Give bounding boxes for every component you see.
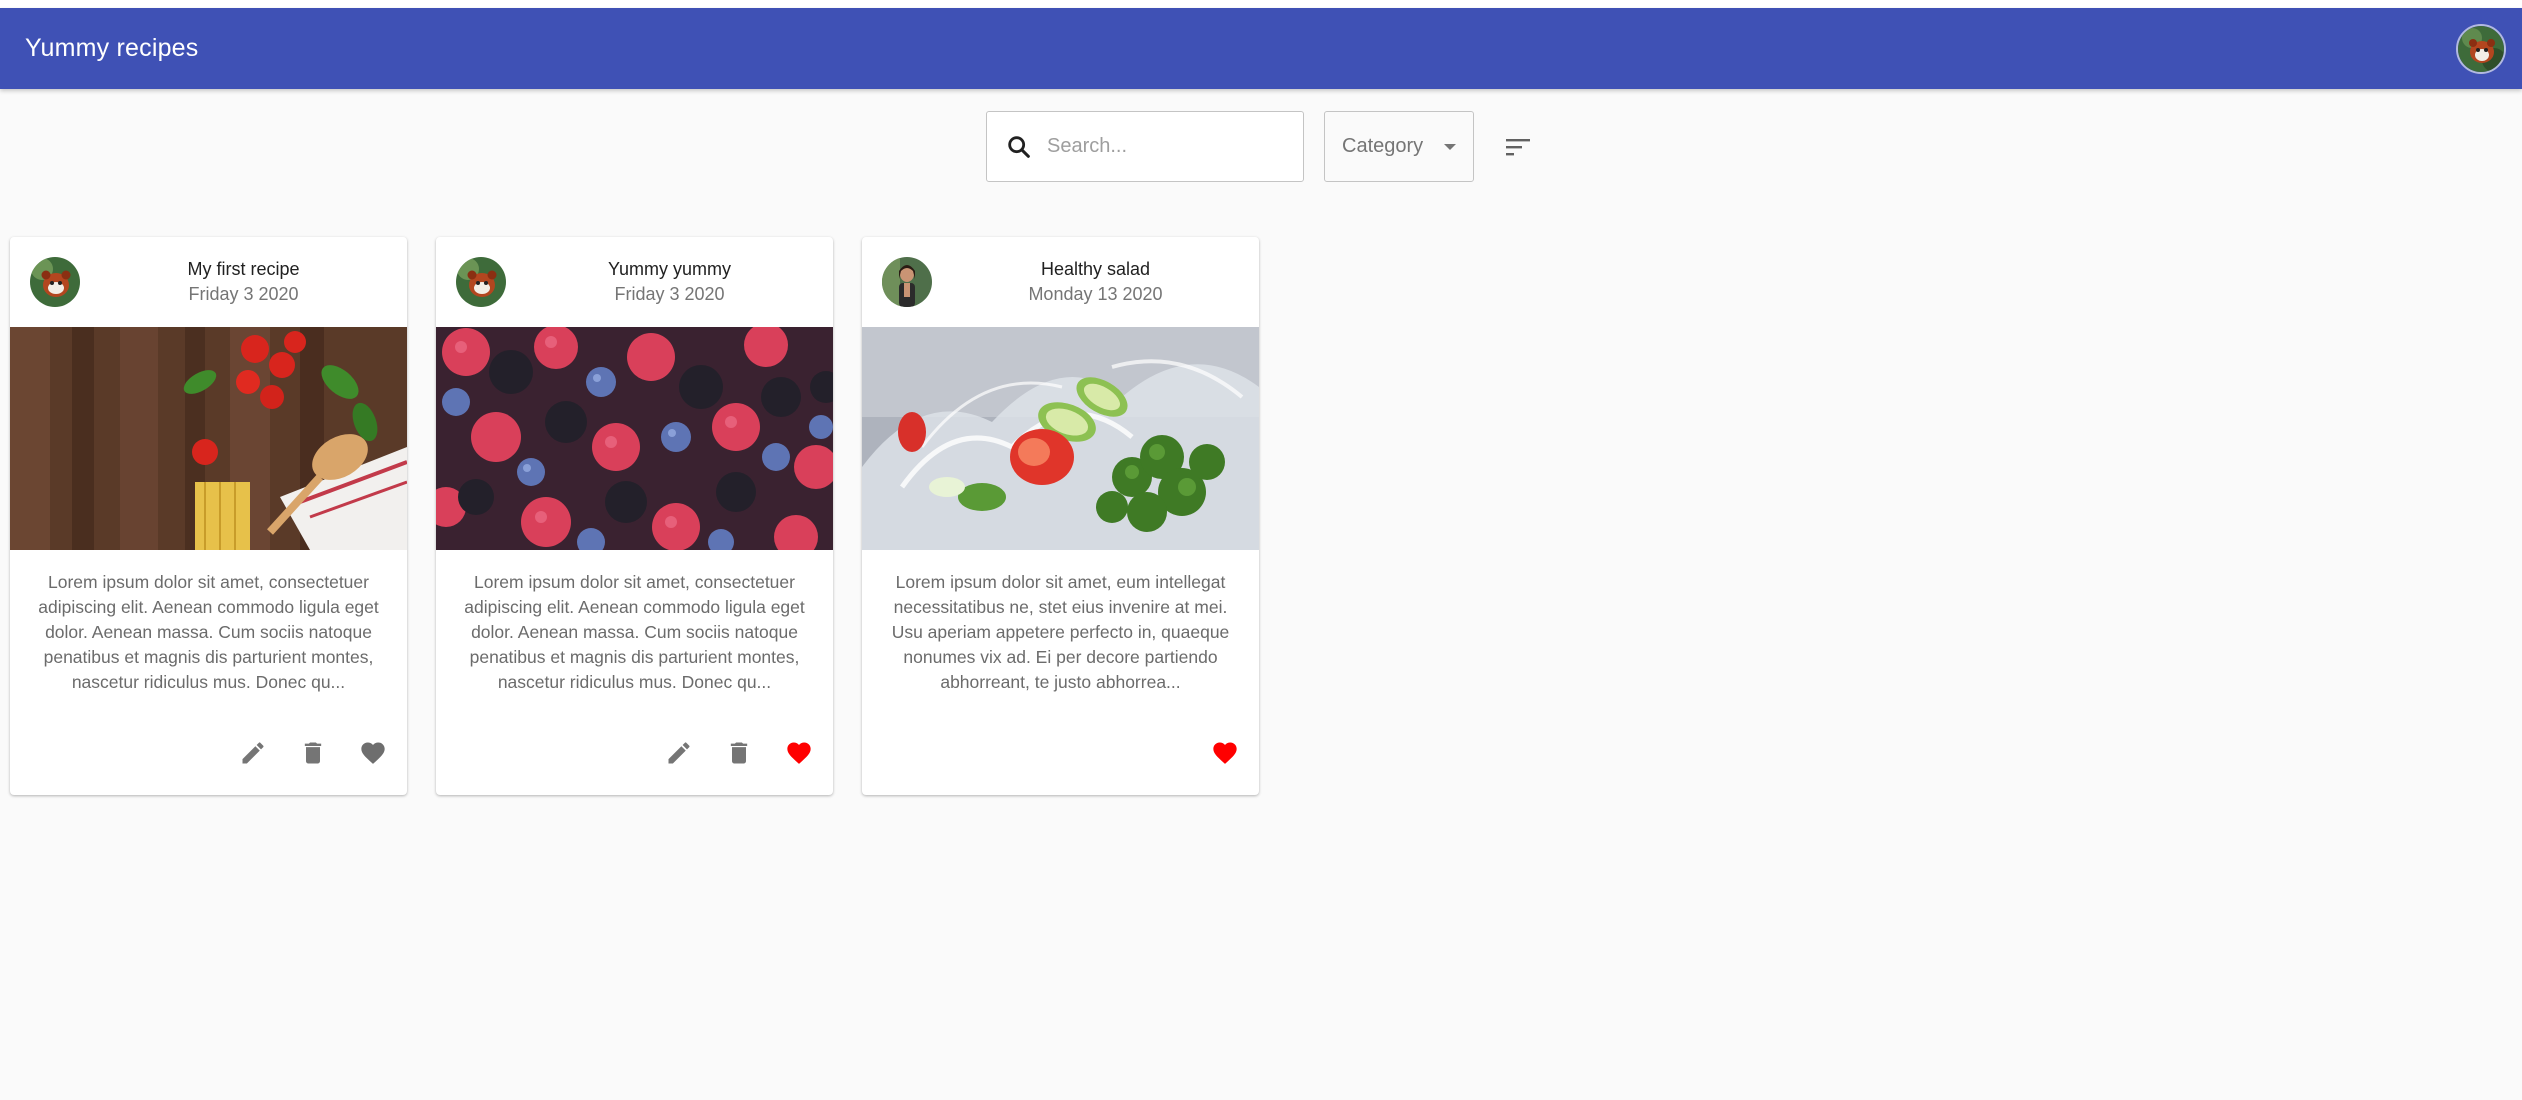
category-select-label: Category <box>1342 135 1424 157</box>
delete-button[interactable] <box>715 729 763 777</box>
card-header: My first recipe Friday 3 2020 <box>10 237 407 327</box>
edit-button[interactable] <box>655 729 703 777</box>
filter-toolbar: Category <box>986 111 1542 182</box>
delete-button[interactable] <box>289 729 337 777</box>
heart-icon <box>787 742 811 764</box>
recipe-card[interactable]: Healthy salad Monday 13 2020 Lorem ipsum… <box>862 237 1259 795</box>
recipe-card[interactable]: My first recipe Friday 3 2020 Lorem ipsu… <box>10 237 407 795</box>
chevron-down-icon <box>1444 143 1456 150</box>
pencil-icon <box>242 742 264 764</box>
red-panda-avatar-image <box>2458 25 2504 72</box>
favorite-button[interactable] <box>1201 729 1249 777</box>
card-header: Healthy salad Monday 13 2020 <box>862 237 1259 327</box>
app-title: Yummy recipes <box>25 34 199 62</box>
recipe-description: Lorem ipsum dolor sit amet, consectetuer… <box>38 572 379 692</box>
pencil-icon <box>668 742 690 764</box>
profile-avatar[interactable] <box>2456 23 2506 74</box>
recipe-date: Friday 3 2020 <box>614 284 725 304</box>
trash-icon <box>730 742 748 764</box>
card-actions <box>229 729 397 777</box>
top-gap <box>0 0 2522 8</box>
heart-icon <box>1213 742 1237 764</box>
recipe-description: Lorem ipsum dolor sit amet, consectetuer… <box>464 572 805 692</box>
card-header: Yummy yummy Friday 3 2020 <box>436 237 833 327</box>
search-field[interactable] <box>986 111 1304 182</box>
app-bar: Yummy recipes <box>0 8 2522 89</box>
recipe-image-salad <box>862 327 1259 550</box>
recipe-description: Lorem ipsum dolor sit amet, eum intelleg… <box>891 572 1230 692</box>
recipe-date: Monday 13 2020 <box>1028 284 1163 304</box>
recipe-card-list: My first recipe Friday 3 2020 Lorem ipsu… <box>10 237 1259 795</box>
search-icon <box>1008 135 1030 158</box>
recipe-title: Healthy salad <box>1040 259 1151 279</box>
sort-button[interactable] <box>1494 123 1542 171</box>
favorite-button[interactable] <box>349 729 397 777</box>
recipe-card[interactable]: Yummy yummy Friday 3 2020 Lorem ipsum do… <box>436 237 833 795</box>
edit-button[interactable] <box>229 729 277 777</box>
category-select[interactable]: Category <box>1324 111 1474 182</box>
recipe-title: Yummy yummy <box>607 259 731 279</box>
recipe-image-berries <box>436 327 833 550</box>
recipe-title: My first recipe <box>187 259 300 279</box>
recipe-date: Friday 3 2020 <box>188 284 299 304</box>
recipe-image-pasta-tomatoes <box>10 327 407 550</box>
sort-icon <box>1506 138 1530 155</box>
trash-icon <box>304 742 322 764</box>
card-actions <box>655 729 823 777</box>
heart-icon <box>361 742 385 764</box>
search-input[interactable] <box>1045 134 1279 159</box>
card-actions <box>1201 729 1249 777</box>
favorite-button[interactable] <box>775 729 823 777</box>
